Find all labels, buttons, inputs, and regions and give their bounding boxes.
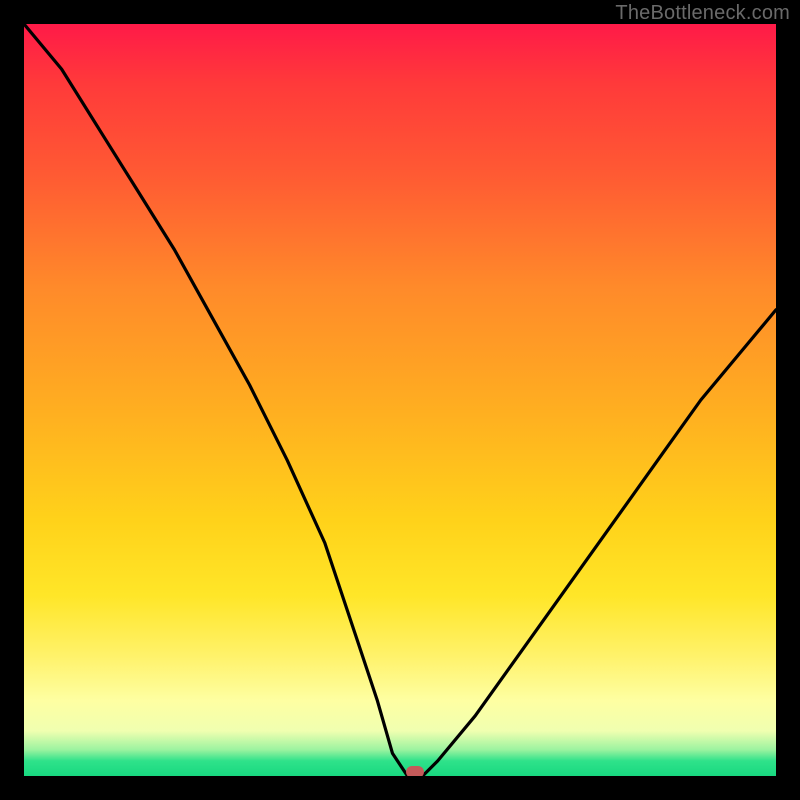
watermark-text: TheBottleneck.com bbox=[615, 2, 790, 25]
optimum-marker bbox=[406, 766, 424, 776]
plot-area bbox=[24, 24, 776, 776]
chart-frame: TheBottleneck.com bbox=[0, 0, 800, 800]
bottleneck-curve bbox=[24, 24, 776, 776]
